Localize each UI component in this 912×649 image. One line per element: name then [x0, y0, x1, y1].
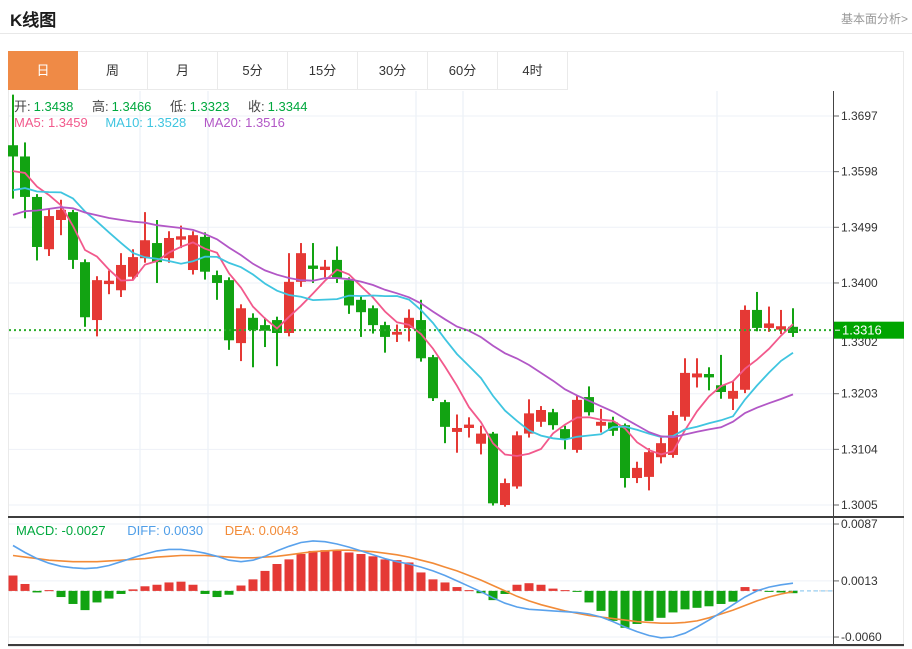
ma10-legend: MA10: 1.3528 — [105, 115, 186, 130]
ma10-line — [13, 188, 793, 440]
svg-text:-0.0060: -0.0060 — [841, 630, 882, 644]
svg-text:0.0087: 0.0087 — [841, 517, 878, 531]
svg-text:1.3203: 1.3203 — [841, 387, 878, 401]
high-value: 1.3466 — [112, 99, 152, 114]
dea-value-legend: DEA: 0.0043 — [225, 523, 299, 538]
ma-legend: MA5: 1.3459 MA10: 1.3528 MA20: 1.3516 — [14, 115, 285, 130]
svg-text:0.0013: 0.0013 — [841, 574, 878, 588]
svg-text:1.3697: 1.3697 — [841, 109, 878, 123]
ma5-line — [13, 171, 793, 456]
svg-text:1.3005: 1.3005 — [841, 498, 878, 512]
current-price-badge: 1.3316 — [834, 322, 904, 339]
ma20-legend: MA20: 1.3516 — [204, 115, 285, 130]
svg-text:1.3598: 1.3598 — [841, 165, 878, 179]
macd-histogram — [9, 550, 798, 628]
svg-text:1.3400: 1.3400 — [841, 276, 878, 290]
macd-legend: MACD: -0.0027 DIFF: 0.0030 DEA: 0.0043 — [16, 523, 298, 538]
svg-text:1.3499: 1.3499 — [841, 220, 878, 234]
kline-page: K线图 基本面分析> 日 周 月 5分 15分 30分 60分 4时 1.369… — [0, 0, 912, 649]
low-label: 低: — [170, 99, 187, 114]
macd-value-legend: MACD: -0.0027 — [16, 523, 106, 538]
diff-value-legend: DIFF: 0.0030 — [127, 523, 203, 538]
ohlc-legend: 开:1.3438 高:1.3466 低:1.3323 收:1.3344 — [14, 96, 322, 115]
open-value: 1.3438 — [34, 99, 74, 114]
ma5-legend: MA5: 1.3459 — [14, 115, 88, 130]
close-value: 1.3344 — [268, 99, 308, 114]
svg-text:1.3104: 1.3104 — [841, 442, 878, 456]
open-label: 开: — [14, 99, 31, 114]
high-label: 高: — [92, 99, 109, 114]
ma20-line — [13, 207, 793, 437]
close-label: 收: — [248, 99, 265, 114]
svg-text:1.3316: 1.3316 — [842, 323, 882, 338]
low-value: 1.3323 — [190, 99, 230, 114]
candles — [8, 95, 798, 507]
